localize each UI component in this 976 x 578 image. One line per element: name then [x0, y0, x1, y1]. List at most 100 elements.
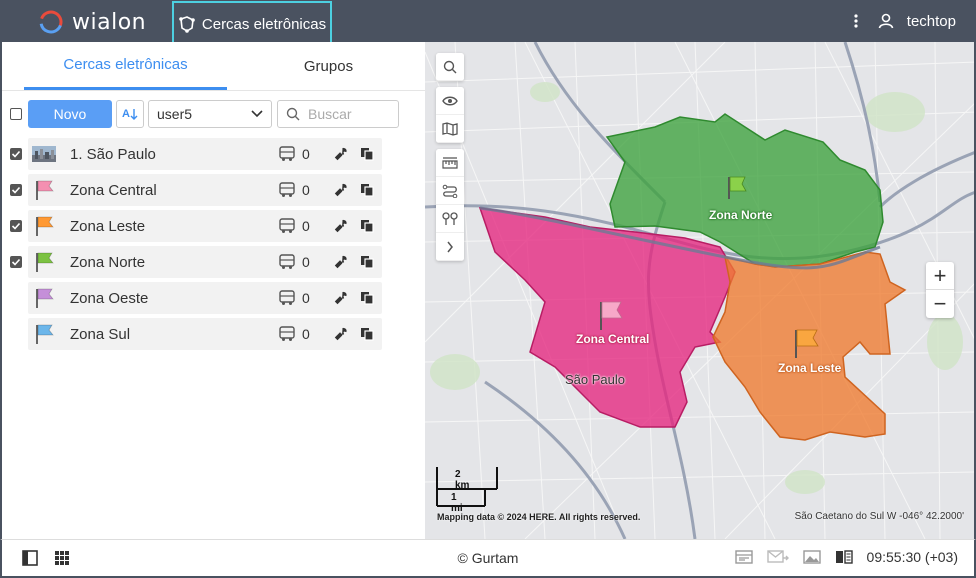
tab-geofences[interactable]: Cercas eletrônicas	[172, 1, 332, 45]
geofence-row[interactable]: Zona Leste 0	[10, 210, 382, 242]
wrench-icon[interactable]	[334, 219, 348, 233]
messages-icon[interactable]	[766, 549, 789, 565]
zoom-in-button[interactable]: +	[926, 262, 954, 290]
points-button[interactable]	[436, 205, 464, 233]
zone-central-label: Zona Central	[576, 332, 650, 346]
panel-tabs: Cercas eletrônicas Grupos	[24, 42, 430, 90]
bottom-bar: © Gurtam 09:55:30 (+03)	[0, 539, 976, 578]
check-icon	[11, 222, 21, 230]
expand-tools-button[interactable]	[436, 233, 464, 261]
more-vertical-icon[interactable]	[853, 13, 859, 29]
chevron-right-icon	[447, 241, 453, 252]
map-search-button[interactable]	[436, 53, 464, 81]
bus-icon	[278, 290, 296, 306]
sort-button[interactable]: A	[116, 100, 144, 128]
wrench-icon[interactable]	[334, 255, 348, 269]
copy-icon[interactable]	[360, 327, 374, 341]
eye-icon	[442, 96, 458, 105]
wialon-logo[interactable]: wialon	[38, 9, 146, 35]
geofence-card[interactable]: Zona Sul 0	[28, 318, 382, 350]
tab-groups[interactable]: Grupos	[227, 42, 430, 90]
panel-toggle-icon[interactable]	[22, 550, 38, 566]
scale-mi: 1 mi	[451, 492, 463, 514]
select-all-checkbox[interactable]	[10, 108, 22, 120]
search-input[interactable]	[308, 106, 388, 122]
check-icon	[11, 150, 21, 158]
map-tools	[436, 53, 464, 267]
wrench-icon[interactable]	[334, 291, 348, 305]
tab-geofences-list[interactable]: Cercas eletrônicas	[24, 42, 227, 90]
toolbar: Novo A user5	[10, 100, 420, 128]
route-button[interactable]	[436, 177, 464, 205]
geofence-panel: Cercas eletrônicas Grupos Novo A user5 1…	[0, 42, 425, 539]
geofence-row[interactable]: Zona Central 0	[10, 174, 382, 206]
bus-icon	[278, 218, 296, 234]
copy-icon[interactable]	[360, 183, 374, 197]
waypoints-icon	[442, 211, 458, 225]
unit-count: 0	[302, 218, 310, 234]
geofence-row[interactable]: Zona Oeste 0	[10, 282, 382, 314]
route-icon	[442, 184, 458, 198]
geofence-card[interactable]: 1. São Paulo 0	[28, 138, 382, 170]
bus-icon	[278, 182, 296, 198]
chevron-down-icon	[251, 110, 263, 118]
reader-icon[interactable]	[835, 549, 853, 565]
geofence-name: Zona Central	[70, 181, 157, 199]
apps-grid-icon[interactable]	[54, 550, 70, 566]
notifications-icon[interactable]	[734, 549, 753, 565]
sort-arrow-icon	[130, 109, 138, 120]
zone-leste-label: Zona Leste	[778, 361, 842, 375]
flag-orange-icon	[32, 216, 56, 236]
map-icon	[442, 121, 458, 136]
geofence-row[interactable]: Zona Norte 0	[10, 246, 382, 278]
ruler-button[interactable]	[436, 149, 464, 177]
geofence-card[interactable]: Zona Norte 0	[28, 246, 382, 278]
row-checkbox[interactable]	[10, 220, 22, 232]
map-visibility-button[interactable]	[436, 87, 464, 115]
row-checkbox-hidden[interactable]	[10, 328, 22, 340]
geofence-row[interactable]: Zona Sul 0	[10, 318, 382, 350]
clock: 09:55:30 (+03)	[866, 549, 958, 565]
row-checkbox[interactable]	[10, 148, 22, 160]
map-view[interactable]: Zona Norte Zona Central Zona Leste São P…	[425, 42, 976, 539]
geofence-card[interactable]: Zona Central 0	[28, 174, 382, 206]
geofence-icon	[179, 16, 195, 33]
user-menu[interactable]: techtop	[877, 12, 956, 30]
wrench-icon[interactable]	[334, 183, 348, 197]
map-canvas[interactable]	[425, 42, 976, 539]
unit-count: 0	[302, 290, 310, 306]
map-coordinates: São Caetano do Sul W -046° 42.2000'	[794, 511, 964, 522]
zoom-out-button[interactable]: −	[926, 290, 954, 318]
wrench-icon[interactable]	[334, 327, 348, 341]
top-right-area: techtop	[853, 0, 956, 42]
resource-select-value: user5	[157, 106, 193, 122]
geofence-card[interactable]: Zona Oeste 0	[28, 282, 382, 314]
copy-icon[interactable]	[360, 219, 374, 233]
unit-count: 0	[302, 254, 310, 270]
copy-icon[interactable]	[360, 147, 374, 161]
flag-pink-icon	[32, 180, 56, 200]
geofence-row[interactable]: 1. São Paulo 0	[10, 138, 382, 170]
new-button[interactable]: Novo	[28, 100, 112, 128]
geofence-name: 1. São Paulo	[70, 145, 156, 163]
row-checkbox[interactable]	[10, 184, 22, 196]
geofence-name: Zona Oeste	[70, 289, 149, 307]
map-search-icon	[443, 60, 457, 73]
image-icon[interactable]	[802, 549, 821, 565]
row-checkbox[interactable]	[10, 256, 22, 268]
ruler-icon	[442, 156, 458, 169]
resource-select[interactable]: user5	[148, 100, 272, 128]
copy-icon[interactable]	[360, 291, 374, 305]
check-icon	[11, 186, 21, 194]
copy-icon[interactable]	[360, 255, 374, 269]
geofence-card[interactable]: Zona Leste 0	[28, 210, 382, 242]
map-layers-button[interactable]	[436, 115, 464, 143]
wrench-icon[interactable]	[334, 147, 348, 161]
flag-blue-icon	[32, 324, 56, 344]
row-checkbox-hidden[interactable]	[10, 292, 22, 304]
top-bar: wialon Cercas eletrônicas techtop	[0, 0, 976, 45]
tab-geofences-label: Cercas eletrônicas	[201, 15, 327, 33]
tabs-divider	[2, 90, 425, 91]
geofence-name: Zona Norte	[70, 253, 146, 271]
search-box[interactable]	[277, 100, 399, 128]
